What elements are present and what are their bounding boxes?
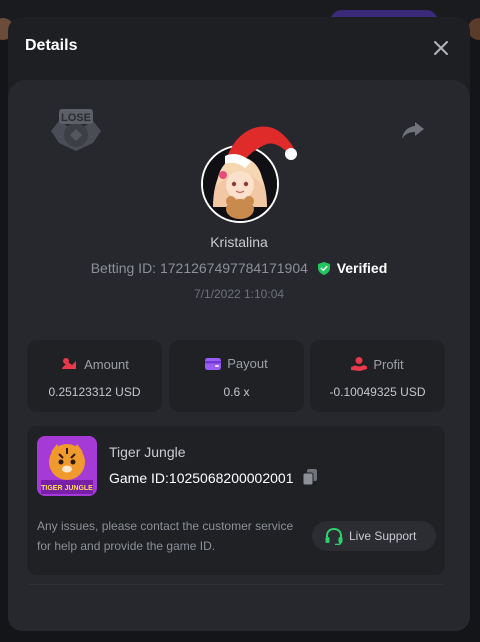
live-support-button[interactable]: Live Support: [312, 521, 436, 551]
profit-label: Profit: [373, 357, 404, 372]
amount-card: Amount 0.25123312 USD: [27, 340, 162, 412]
game-id-label: Game ID:: [109, 470, 169, 486]
share-icon[interactable]: [400, 118, 426, 142]
game-name: Tiger Jungle: [109, 444, 186, 460]
payout-label: Payout: [227, 356, 268, 371]
verified-label: Verified: [336, 260, 388, 276]
modal-title: Details: [25, 37, 78, 54]
player-name: Kristalina: [210, 234, 268, 250]
thumbnail-text: TIGER JUNGLE: [41, 485, 93, 492]
amount-label: Amount: [84, 357, 129, 372]
game-card: TIGER JUNGLE Tiger Jungle Game ID:102506…: [27, 426, 445, 575]
game-id-row: Game ID:1025068200002001: [109, 469, 318, 486]
betting-id-row: Betting ID: 1721267497784171904 Verified: [8, 260, 470, 276]
betting-id-label: Betting ID:: [90, 260, 157, 276]
wallet-icon: [205, 358, 222, 370]
game-thumbnail[interactable]: TIGER JUNGLE: [37, 436, 97, 496]
lose-badge-icon: LOSE: [51, 109, 101, 151]
santa-hat-icon: [225, 126, 297, 168]
lose-badge-text: LOSE: [61, 112, 91, 124]
bet-timestamp: 7/1/2022 1:10:04: [193, 287, 285, 301]
support-message: Any issues, please contact the customer …: [37, 519, 294, 553]
verified-shield-icon: [317, 262, 330, 275]
profit-card: Profit -0.10049325 USD: [310, 340, 445, 412]
payout-card: Payout 0.6 x: [169, 340, 304, 412]
betting-id-value: 1721267497784171904: [159, 260, 308, 276]
amount-value: 0.25123312 USD: [48, 385, 141, 399]
profit-value: -0.10049325 USD: [329, 385, 426, 399]
copy-icon[interactable]: [303, 469, 318, 485]
game-id-value: 1025068200002001: [168, 470, 294, 486]
payout-value: 0.6 x: [223, 385, 250, 399]
live-support-label: Live Support: [349, 529, 417, 543]
divider: [27, 584, 445, 585]
close-icon[interactable]: [431, 38, 451, 58]
tiger-jungle-thumbnail: TIGER JUNGLE: [37, 436, 97, 496]
coins-icon: [62, 358, 77, 369]
details-modal: Details LOSE Kristalina Betting ID: 1721…: [8, 17, 470, 631]
hand-profit-icon: [351, 357, 368, 371]
headset-icon: [325, 528, 343, 545]
